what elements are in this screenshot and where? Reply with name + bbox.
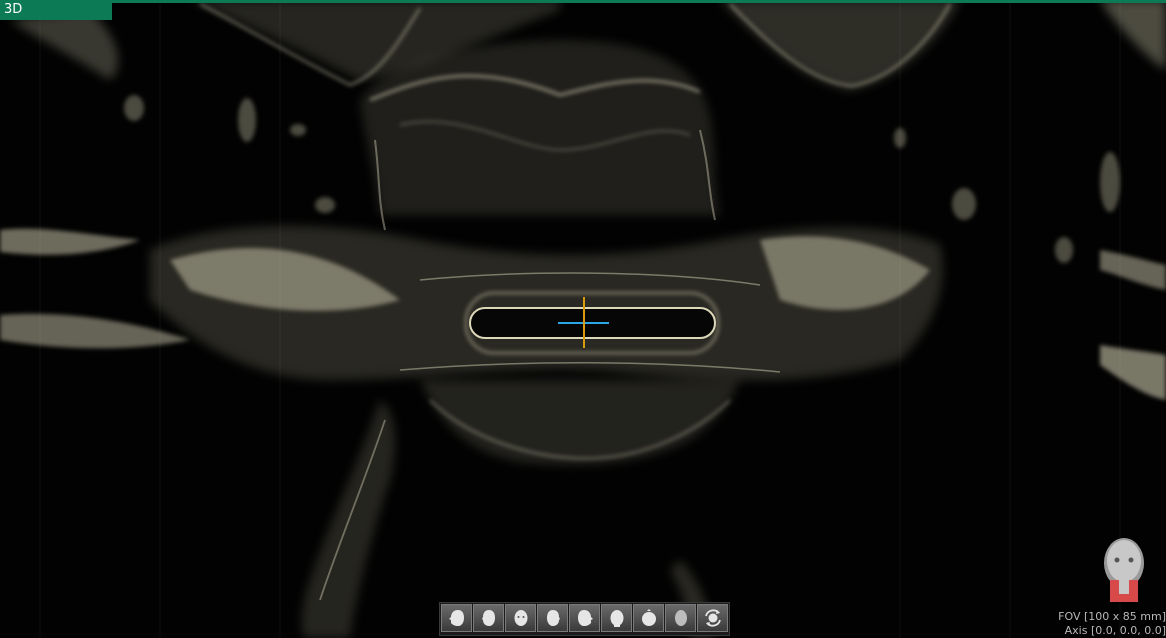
lower-vertebral-body (420, 380, 740, 465)
axis-readout: Axis [0.0, 0.0, 0.0] (1064, 624, 1166, 637)
view-front-button[interactable] (505, 604, 536, 632)
view-bottom-button[interactable] (665, 604, 696, 632)
view-right-profile-button[interactable] (569, 604, 600, 632)
view-left-profile-button[interactable] (441, 604, 472, 632)
3d-viewport[interactable]: 3D FOV [100 x 85 mm] Axis [0.0, 0.0, 0.0… (0, 0, 1166, 638)
fov-readout: FOV [100 x 85 mm] (1058, 610, 1166, 623)
view-left-oblique-icon (481, 610, 495, 626)
view-right-oblique-icon (546, 610, 560, 626)
view-back-button[interactable] (601, 604, 632, 632)
view-orientation-toolbar (439, 602, 730, 636)
volume-info: FOV [100 x 85 mm] Axis [0.0, 0.0, 0.0] (1058, 610, 1166, 638)
view-back-icon (610, 610, 623, 627)
view-left-profile-icon (448, 610, 464, 626)
view-top-icon (641, 609, 656, 626)
upper-vertebral-body (360, 40, 720, 231)
view-right-oblique-button[interactable] (537, 604, 568, 632)
view-front-icon (514, 610, 527, 626)
volume-rendering[interactable] (0, 0, 1166, 638)
orientation-head-icon[interactable] (1098, 536, 1150, 606)
view-left-oblique-button[interactable] (473, 604, 504, 632)
view-border (0, 0, 1166, 3)
view-title-tab[interactable]: 3D (0, 0, 112, 20)
view-right-profile-icon (577, 610, 593, 626)
view-top-button[interactable] (633, 604, 664, 632)
view-bottom-icon (674, 610, 687, 626)
rotate-view-icon (704, 609, 721, 627)
rotate-view-button[interactable] (697, 604, 728, 632)
